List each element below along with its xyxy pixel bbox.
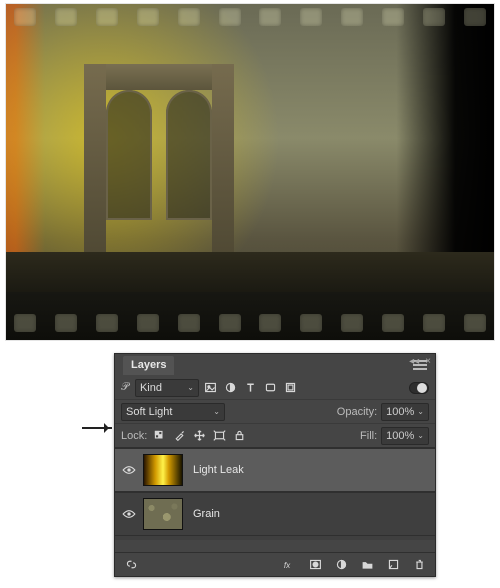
bridge-deck: [6, 252, 494, 292]
chevron-down-icon: ⌄: [213, 407, 220, 416]
layer-row[interactable]: Grain: [115, 492, 435, 536]
layer-row[interactable]: Light Leak: [115, 448, 435, 492]
layers-panel: ◂◂ × Layers 𝒫 Kind ⌄ Soft Light ⌄: [114, 353, 436, 577]
opacity-value: 100%: [386, 406, 414, 418]
layer-filter-kind-label: Kind: [140, 382, 162, 394]
adjustment-icon[interactable]: [223, 380, 239, 396]
eye-icon: [122, 465, 136, 475]
canvas-preview: [6, 4, 494, 340]
layer-thumbnail[interactable]: [143, 498, 183, 530]
layer-name[interactable]: Grain: [193, 508, 220, 520]
smartobject-icon[interactable]: [283, 380, 299, 396]
group-icon[interactable]: [359, 557, 375, 573]
new-layer-icon[interactable]: [385, 557, 401, 573]
lock-transparent-icon[interactable]: [151, 428, 167, 444]
panel-close-icon[interactable]: ×: [425, 356, 431, 367]
shape-icon[interactable]: [263, 380, 279, 396]
lock-move-icon[interactable]: [191, 428, 207, 444]
eye-icon: [122, 509, 136, 519]
fill-field[interactable]: 100% ⌄: [381, 427, 429, 445]
trash-icon[interactable]: [411, 557, 427, 573]
film-sprockets-bottom: [6, 314, 494, 336]
blend-mode-value: Soft Light: [126, 406, 172, 418]
fill-label: Fill:: [360, 430, 377, 442]
filter-toggle[interactable]: [409, 382, 429, 394]
fill-value: 100%: [386, 430, 414, 442]
search-icon: 𝒫: [121, 381, 129, 394]
layers-tab[interactable]: Layers: [123, 356, 174, 375]
fill-adjust-icon[interactable]: [333, 557, 349, 573]
chevron-down-icon: ⌄: [187, 383, 194, 392]
film-sprockets-top: [6, 8, 494, 30]
type-icon[interactable]: [243, 380, 259, 396]
visibility-toggle[interactable]: [115, 465, 143, 475]
svg-text:fx: fx: [283, 561, 290, 570]
visibility-toggle[interactable]: [115, 509, 143, 519]
annotation-arrow: [82, 427, 112, 429]
fx-icon[interactable]: fx: [281, 557, 297, 573]
opacity-field[interactable]: 100% ⌄: [381, 403, 429, 421]
chevron-down-icon: ⌄: [417, 407, 424, 416]
panel-collapse-icon[interactable]: ◂◂: [409, 356, 419, 367]
bridge-tower: [84, 64, 234, 284]
blend-mode-select[interactable]: Soft Light ⌄: [121, 403, 225, 421]
opacity-label: Opacity:: [337, 406, 377, 418]
layers-list: Light Leak Grain: [115, 448, 435, 540]
link-icon[interactable]: [123, 557, 139, 573]
layer-name[interactable]: Light Leak: [193, 464, 244, 476]
panel-collapse-group[interactable]: ◂◂ ×: [409, 356, 431, 367]
lock-artboard-icon[interactable]: [211, 428, 227, 444]
layer-filter-kind-select[interactable]: Kind ⌄: [135, 379, 199, 397]
lock-all-icon[interactable]: [231, 428, 247, 444]
chevron-down-icon: ⌄: [417, 431, 424, 440]
lock-label: Lock:: [121, 430, 147, 442]
lock-brush-icon[interactable]: [171, 428, 187, 444]
layer-thumbnail[interactable]: [143, 454, 183, 486]
image-icon[interactable]: [203, 380, 219, 396]
mask-icon[interactable]: [307, 557, 323, 573]
